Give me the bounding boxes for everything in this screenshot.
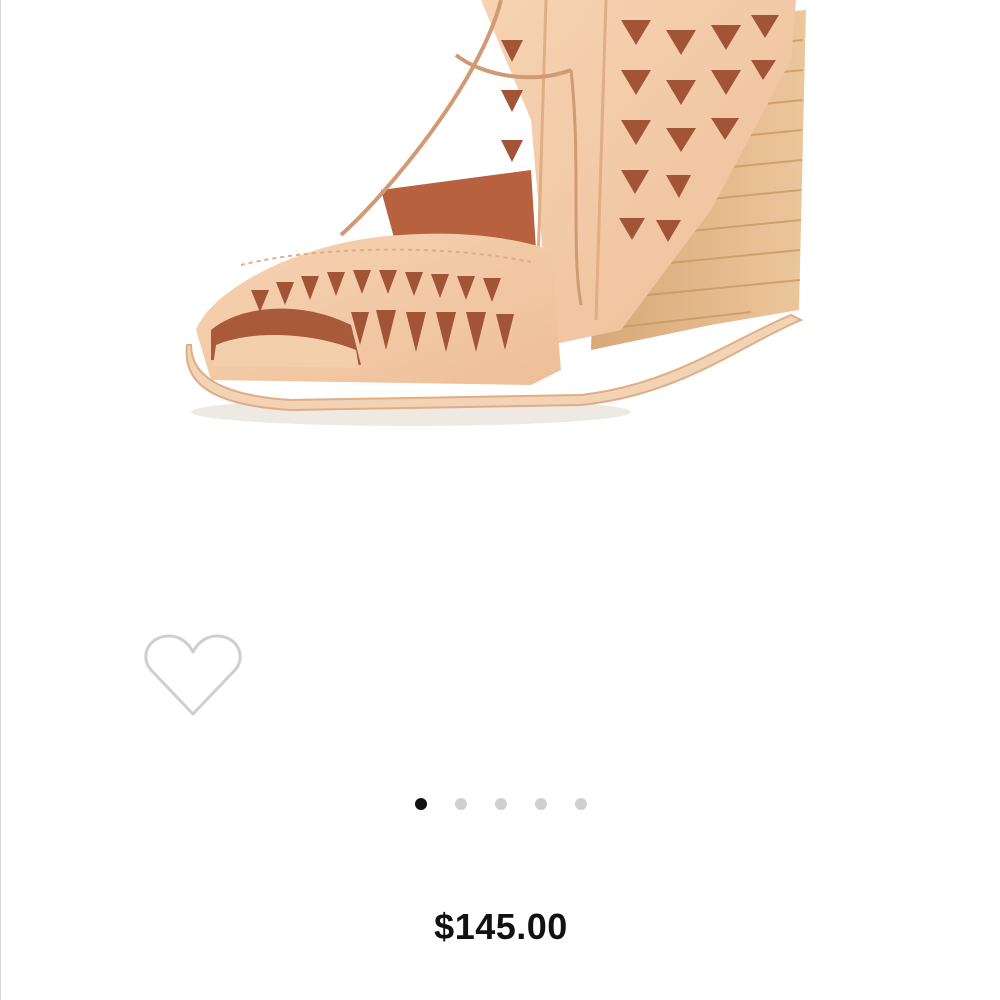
carousel-dot-4[interactable] xyxy=(535,797,548,810)
product-detail-screen: $145.00 xyxy=(0,0,1000,1000)
carousel-dot-1[interactable] xyxy=(415,797,428,810)
product-price: $145.00 xyxy=(434,906,568,947)
favorite-button[interactable] xyxy=(141,630,245,722)
carousel-dot-3[interactable] xyxy=(495,797,508,810)
heart-outline-icon xyxy=(144,634,242,716)
wedge-sandal-photo xyxy=(185,0,806,426)
image-carousel-indicator xyxy=(1,797,1000,810)
product-image[interactable] xyxy=(151,0,851,470)
carousel-dot-2[interactable] xyxy=(455,797,468,810)
carousel-dot-5[interactable] xyxy=(575,797,588,810)
